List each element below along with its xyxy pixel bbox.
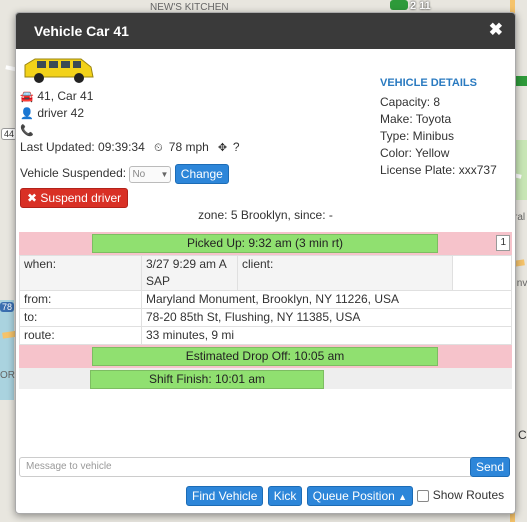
suspended-label: Vehicle Suspended: xyxy=(20,166,127,181)
action-bar: Find Vehicle Kick Queue Position ▲ Show … xyxy=(186,486,504,506)
to-value: 78-20 85th St, Flushing, NY 11385, USA xyxy=(141,308,512,327)
message-input[interactable]: Message to vehicle xyxy=(19,457,473,477)
empty-cell xyxy=(452,255,512,291)
dialog-titlebar: Vehicle Car 41 ✖ xyxy=(16,13,515,49)
table-row: to: 78-20 85th St, Flushing, NY 11385, U… xyxy=(19,308,512,327)
chevron-down-icon: ▼ xyxy=(160,169,169,179)
driver-line: 👤 driver 42 xyxy=(20,105,360,122)
trip-table: when: 3/27 9:29 am A SAP client: from: Ma… xyxy=(19,255,512,345)
phone-line: 📞 xyxy=(20,122,360,139)
map-car-number: 2 11 xyxy=(410,0,431,12)
when-label: when: xyxy=(19,255,142,291)
dialog-title: Vehicle Car 41 xyxy=(34,23,129,39)
drop-off-status: Estimated Drop Off: 10:05 am xyxy=(92,347,438,366)
trip-index-badge[interactable]: 1 xyxy=(496,235,510,251)
vehicle-details: VEHICLE DETAILS Capacity: 8 Make: Toyota… xyxy=(380,75,510,179)
trip-panel: Picked Up: 9:32 am (3 min rt) 1 when: 3/… xyxy=(19,232,512,389)
vehicle-info: 🚘 41, Car 41 👤 driver 42 📞 Last Updated:… xyxy=(20,57,360,156)
close-icon[interactable]: ✖ xyxy=(489,20,503,40)
suspend-driver-button[interactable]: ✖ Suspend driver xyxy=(20,188,129,208)
route-value: 33 minutes, 9 mi xyxy=(141,326,512,345)
picked-up-row: Picked Up: 9:32 am (3 min rt) 1 xyxy=(19,232,512,255)
map-label: C xyxy=(518,428,527,442)
table-row: when: 3/27 9:29 am A SAP client: xyxy=(19,255,512,291)
show-routes-label: Show Routes xyxy=(432,488,505,503)
status-line: Last Updated: 09:39:34 ⏲ 78 mph ✥ ? xyxy=(20,139,360,156)
show-routes-checkbox[interactable] xyxy=(417,490,430,502)
queue-position-button[interactable]: Queue Position ▲ xyxy=(306,486,414,506)
suspended-select[interactable]: No ▼ xyxy=(129,165,172,183)
direction-icon: ✥ xyxy=(217,142,228,154)
find-vehicle-button[interactable]: Find Vehicle xyxy=(186,486,264,506)
suspension-controls: Vehicle Suspended: No ▼ Change ✖ Suspend … xyxy=(20,164,229,208)
send-button[interactable]: Send xyxy=(469,457,510,477)
details-heading: VEHICLE DETAILS xyxy=(380,77,477,89)
when-value: 3/27 9:29 am A SAP xyxy=(141,255,238,291)
picked-up-status: Picked Up: 9:32 am (3 min rt) xyxy=(92,234,438,253)
x-icon: ✖ xyxy=(27,191,38,205)
shift-finish-row: Shift Finish: 10:01 am xyxy=(19,368,512,389)
user-icon: 👤 xyxy=(20,108,34,120)
direction: ? xyxy=(232,140,240,154)
phone-icon: 📞 xyxy=(20,125,34,137)
vehicle-dialog: Vehicle Car 41 ✖ 🚘 41, Car 41 👤 driver 4… xyxy=(15,12,516,514)
map-car-icon[interactable] xyxy=(390,0,408,10)
route-label: route: xyxy=(19,326,142,345)
client-cell: client: xyxy=(237,255,453,291)
table-row: route: 33 minutes, 9 mi xyxy=(19,326,512,345)
drop-off-row: Estimated Drop Off: 10:05 am xyxy=(19,345,512,368)
details-make: Make: Toyota xyxy=(380,112,452,126)
last-updated: Last Updated: 09:39:34 xyxy=(20,140,145,154)
details-color: Color: Yellow xyxy=(380,146,450,160)
vehicle-id: 41, Car 41 xyxy=(37,89,94,103)
change-button[interactable]: Change xyxy=(174,164,229,184)
car-icon: 🚘 xyxy=(20,91,34,103)
speed: 78 mph xyxy=(168,140,209,154)
table-row: from: Maryland Monument, Brooklyn, NY 11… xyxy=(19,290,512,309)
details-plate: License Plate: xxx737 xyxy=(380,163,497,177)
minibus-icon xyxy=(24,58,94,83)
speedometer-icon: ⏲ xyxy=(154,142,163,154)
from-label: from: xyxy=(19,290,142,309)
zone-text: zone: 5 Brooklyn, since: - xyxy=(198,208,333,222)
driver-name: driver 42 xyxy=(37,106,85,120)
kick-button[interactable]: Kick xyxy=(267,486,303,506)
details-capacity: Capacity: 8 xyxy=(380,95,441,109)
vehicle-id-line: 🚘 41, Car 41 xyxy=(20,88,360,105)
caret-up-icon: ▲ xyxy=(398,492,408,502)
from-value: Maryland Monument, Brooklyn, NY 11226, U… xyxy=(141,290,512,309)
highway-shield: 78 xyxy=(0,302,15,312)
shift-finish-status: Shift Finish: 10:01 am xyxy=(90,370,324,389)
map-water xyxy=(0,300,14,400)
details-type: Type: Minibus xyxy=(380,129,455,143)
to-label: to: xyxy=(19,308,142,327)
